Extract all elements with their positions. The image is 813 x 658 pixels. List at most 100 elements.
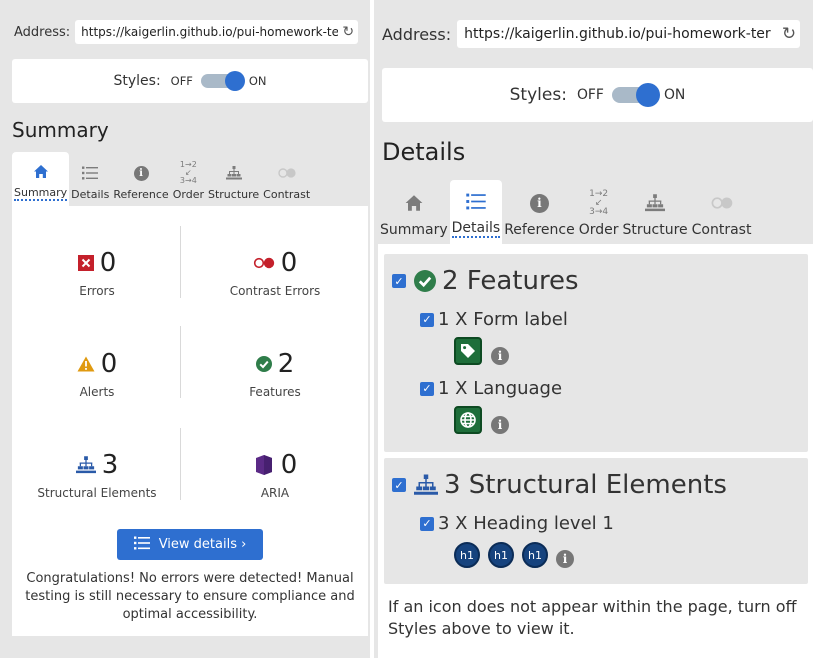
- address-input[interactable]: https://kaigerlin.github.io/pui-homework…: [457, 20, 801, 48]
- error-icon: [77, 255, 94, 271]
- form-label-item: ✓ 1 X Form label: [420, 309, 568, 330]
- summary-caption: ARIA: [260, 486, 290, 500]
- tab-contrast[interactable]: Contrast: [690, 180, 754, 244]
- address-label: Address:: [382, 24, 452, 44]
- list-icon: [82, 160, 99, 186]
- tab-label: Structure: [622, 222, 688, 238]
- summary-contrast-errors[interactable]: 0 Contrast Errors: [190, 248, 360, 298]
- panel-title: Summary: [12, 118, 109, 142]
- structural-checkbox[interactable]: ✓: [392, 478, 406, 492]
- tab-order[interactable]: 1→2 ↙ 3→4 Order: [577, 180, 621, 244]
- info-icon: i: [529, 187, 549, 219]
- address-url[interactable]: https://kaigerlin.github.io/pui-homework…: [81, 25, 338, 39]
- form-label-icons: i: [454, 337, 509, 365]
- details-body: ✓ 2 Features ✓ 1 X Form label i ✓ 1 X La…: [378, 244, 813, 658]
- item-label: 1 X Language: [438, 378, 563, 399]
- item-label: 1 X Form label: [438, 309, 568, 330]
- view-details-button[interactable]: View details ›: [117, 529, 263, 560]
- heading-level-checkbox[interactable]: ✓: [420, 516, 434, 531]
- tab-summary[interactable]: Summary: [12, 152, 70, 206]
- features-group: ✓ 2 Features ✓ 1 X Form label i ✓ 1 X La…: [384, 254, 808, 452]
- address-url[interactable]: https://kaigerlin.github.io/pui-homework…: [464, 26, 776, 42]
- group-heading: ✓ 2 Features: [392, 266, 579, 296]
- styles-label: Styles:: [113, 73, 161, 89]
- heading-icons: h1 h1 h1 i: [454, 542, 574, 568]
- group-heading: ✓ 3 Structural Elements: [392, 470, 727, 500]
- tab-label: Contrast: [263, 188, 311, 201]
- tab-reference[interactable]: i Reference: [502, 180, 577, 244]
- heading-1-icon[interactable]: h1: [454, 542, 480, 568]
- address-input[interactable]: https://kaigerlin.github.io/pui-homework…: [75, 20, 359, 44]
- summary-errors[interactable]: 0 Errors: [12, 248, 182, 298]
- styles-off-label: OFF: [576, 87, 604, 103]
- tab-contrast[interactable]: Contrast: [261, 152, 312, 206]
- feature-check-icon: [255, 356, 272, 372]
- error-count: 0: [99, 248, 117, 278]
- styles-on-label: ON: [248, 74, 267, 88]
- toggle-knob[interactable]: [635, 83, 660, 107]
- styles-on-label: ON: [663, 87, 686, 103]
- address-bar: Address: https://kaigerlin.github.io/pui…: [382, 20, 807, 48]
- group-heading-text: 3 Structural Elements: [444, 470, 727, 500]
- heading-1-icon[interactable]: h1: [488, 542, 514, 568]
- tab-reference[interactable]: i Reference: [111, 152, 170, 206]
- summary-structural-elements[interactable]: 3 Structural Elements: [12, 450, 182, 500]
- language-item: ✓ 1 X Language: [420, 378, 562, 399]
- summary-caption: Contrast Errors: [229, 284, 321, 298]
- structural-group: ✓ 3 Structural Elements ✓ 3 X Heading le…: [384, 458, 808, 584]
- summary-panel: Address: https://kaigerlin.github.io/pui…: [0, 0, 370, 658]
- home-icon: [404, 187, 424, 219]
- summary-features[interactable]: 2 Features: [190, 349, 360, 399]
- structural-count: 3: [101, 450, 119, 480]
- tab-details[interactable]: Details: [449, 180, 503, 244]
- view-details-label: View details ›: [158, 537, 247, 552]
- structure-icon: [75, 456, 96, 474]
- tab-label: Summary: [380, 222, 448, 238]
- list-icon: [133, 536, 150, 554]
- styles-toggle[interactable]: [611, 83, 660, 107]
- styles-toggle[interactable]: [200, 71, 245, 91]
- styles-toggle-bar: Styles: OFF ON: [382, 68, 813, 122]
- group-heading-text: 2 Features: [442, 266, 579, 296]
- structure-icon: [645, 187, 666, 219]
- language-globe-icon[interactable]: [454, 406, 482, 434]
- toggle-knob[interactable]: [224, 71, 245, 91]
- tab-order[interactable]: 1→2 ↙ 3→4 Order: [171, 152, 206, 206]
- info-icon[interactable]: i: [556, 550, 574, 568]
- tab-structure[interactable]: Structure: [621, 180, 690, 244]
- tab-bar: Summary Details i Reference 1→2 ↙ 3→4 Orde…: [12, 152, 368, 206]
- tab-summary[interactable]: Summary: [378, 180, 450, 244]
- heading-1-icon[interactable]: h1: [522, 542, 548, 568]
- reload-icon[interactable]: ↻: [782, 24, 796, 44]
- details-panel: Address: https://kaigerlin.github.io/pui…: [374, 0, 813, 658]
- structure-icon: [225, 160, 242, 186]
- reload-icon[interactable]: ↻: [342, 24, 354, 40]
- aria-icon: [253, 454, 275, 476]
- contrast-error-count: 0: [280, 248, 298, 278]
- tab-label: Order: [578, 222, 619, 238]
- language-checkbox[interactable]: ✓: [420, 381, 434, 396]
- tab-label: Reference: [113, 188, 169, 201]
- form-label-checkbox[interactable]: ✓: [420, 312, 434, 327]
- congrats-message: Congratulations! No errors were detected…: [25, 571, 355, 622]
- tab-label: Summary: [14, 186, 68, 201]
- tab-label: Order: [172, 188, 204, 201]
- summary-caption: Structural Elements: [37, 486, 157, 500]
- info-icon[interactable]: i: [491, 416, 509, 434]
- form-label-tag-icon[interactable]: [454, 337, 482, 365]
- summary-body: 0 Errors 0 Contrast Errors 0 Alerts 2 Fe…: [12, 206, 368, 636]
- summary-alerts[interactable]: 0 Alerts: [12, 349, 182, 399]
- structure-icon: [414, 474, 438, 496]
- info-icon[interactable]: i: [491, 347, 509, 365]
- tab-details[interactable]: Details: [69, 152, 111, 206]
- summary-aria[interactable]: 0 ARIA: [190, 450, 360, 500]
- features-checkbox[interactable]: ✓: [392, 274, 406, 288]
- alert-icon: [77, 356, 95, 372]
- tab-label: Structure: [207, 188, 260, 201]
- panel-title: Details: [382, 138, 466, 166]
- item-label: 3 X Heading level 1: [438, 513, 614, 534]
- tab-structure[interactable]: Structure: [206, 152, 261, 206]
- address-label: Address:: [14, 24, 71, 40]
- contrast-error-icon: [253, 257, 275, 269]
- aria-count: 0: [280, 450, 298, 480]
